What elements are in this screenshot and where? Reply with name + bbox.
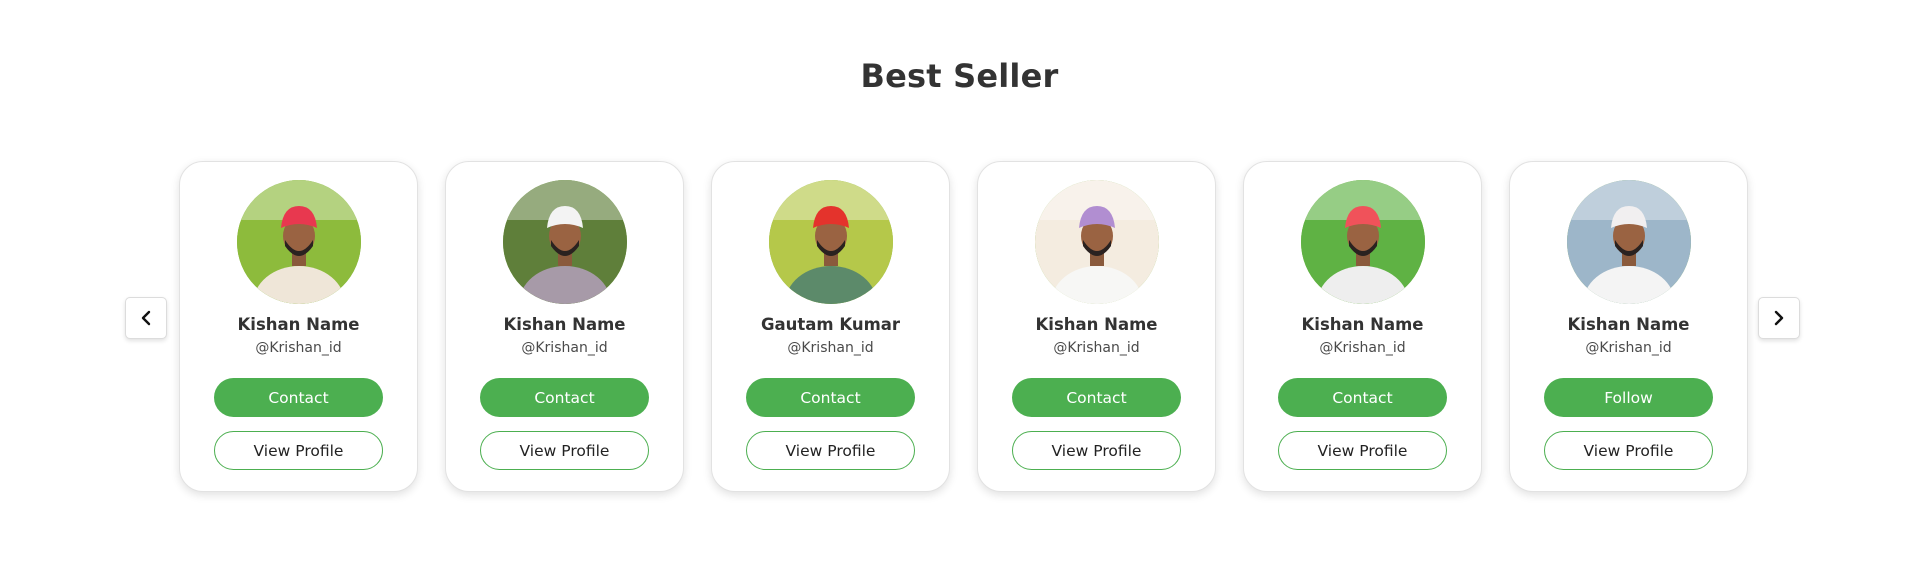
view-profile-button[interactable]: View Profile — [1278, 431, 1447, 470]
contact-button[interactable]: Contact — [480, 378, 649, 417]
seller-handle: @Krishan_id — [521, 340, 608, 356]
carousel-next-button[interactable] — [1758, 297, 1800, 339]
view-profile-button[interactable]: View Profile — [746, 431, 915, 470]
seller-handle: @Krishan_id — [255, 340, 342, 356]
seller-name: Kishan Name — [1567, 315, 1690, 334]
follow-button[interactable]: Follow — [1544, 378, 1713, 417]
carousel-prev-button[interactable] — [125, 297, 167, 339]
seller-name: Kishan Name — [503, 315, 626, 334]
contact-button[interactable]: Contact — [1012, 378, 1181, 417]
avatar — [1034, 180, 1159, 304]
avatar — [768, 180, 893, 304]
seller-name: Kishan Name — [237, 315, 360, 334]
seller-card: Gautam Kumar @Krishan_id Contact View Pr… — [711, 161, 950, 492]
view-profile-button[interactable]: View Profile — [214, 431, 383, 470]
seller-card-list: Kishan Name @Krishan_id Contact View Pro… — [179, 161, 1748, 492]
seller-handle: @Krishan_id — [1053, 340, 1140, 356]
chevron-right-icon — [1774, 310, 1784, 326]
chevron-left-icon — [141, 310, 151, 326]
avatar — [502, 180, 627, 304]
seller-name: Gautam Kumar — [760, 315, 901, 334]
section-title: Best Seller — [860, 57, 1059, 95]
contact-button[interactable]: Contact — [746, 378, 915, 417]
view-profile-button[interactable]: View Profile — [1012, 431, 1181, 470]
contact-button[interactable]: Contact — [214, 378, 383, 417]
seller-card: Kishan Name @Krishan_id Follow View Prof… — [1509, 161, 1748, 492]
seller-name: Kishan Name — [1301, 315, 1424, 334]
avatar — [1566, 180, 1691, 304]
seller-card: Kishan Name @Krishan_id Contact View Pro… — [1243, 161, 1482, 492]
seller-card: Kishan Name @Krishan_id Contact View Pro… — [445, 161, 684, 492]
view-profile-button[interactable]: View Profile — [480, 431, 649, 470]
view-profile-button[interactable]: View Profile — [1544, 431, 1713, 470]
seller-card: Kishan Name @Krishan_id Contact View Pro… — [179, 161, 418, 492]
seller-name: Kishan Name — [1035, 315, 1158, 334]
seller-card: Kishan Name @Krishan_id Contact View Pro… — [977, 161, 1216, 492]
seller-handle: @Krishan_id — [1585, 340, 1672, 356]
seller-handle: @Krishan_id — [1319, 340, 1406, 356]
avatar — [236, 180, 361, 304]
avatar — [1300, 180, 1425, 304]
seller-handle: @Krishan_id — [787, 340, 874, 356]
contact-button[interactable]: Contact — [1278, 378, 1447, 417]
